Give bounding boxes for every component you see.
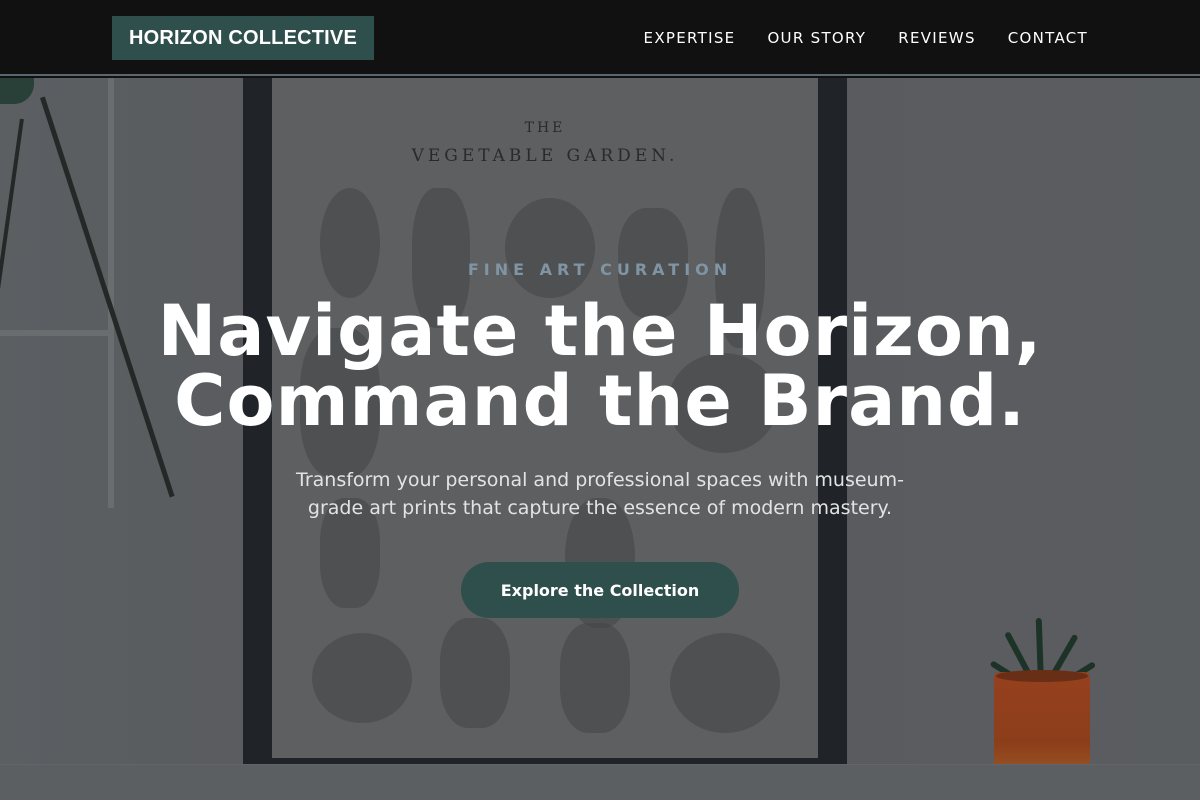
hero-section: THE VEGETABLE GARDEN. FINE ART CURATION … (0, 78, 1200, 800)
nav-link-reviews[interactable]: REVIEWS (898, 29, 976, 47)
hero-subtext: Transform your personal and professional… (296, 469, 904, 519)
nav-link-contact[interactable]: CONTACT (1008, 29, 1088, 47)
hero-headline: Navigate the Horizon, Command the Brand. (0, 296, 1200, 436)
main-nav: EXPERTISE OUR STORY REVIEWS CONTACT (644, 0, 1088, 76)
hero-headline-line-2: Command the Brand. (174, 360, 1026, 442)
explore-collection-button[interactable]: Explore the Collection (461, 562, 739, 618)
hero-eyebrow: FINE ART CURATION (467, 260, 733, 279)
nav-link-our-story[interactable]: OUR STORY (767, 29, 866, 47)
brand-logo[interactable]: HORIZON COLLECTIVE (112, 16, 374, 60)
site-header: HORIZON COLLECTIVE EXPERTISE OUR STORY R… (0, 0, 1200, 76)
nav-link-expertise[interactable]: EXPERTISE (644, 29, 736, 47)
hero-headline-line-1: Navigate the Horizon, (157, 290, 1043, 372)
